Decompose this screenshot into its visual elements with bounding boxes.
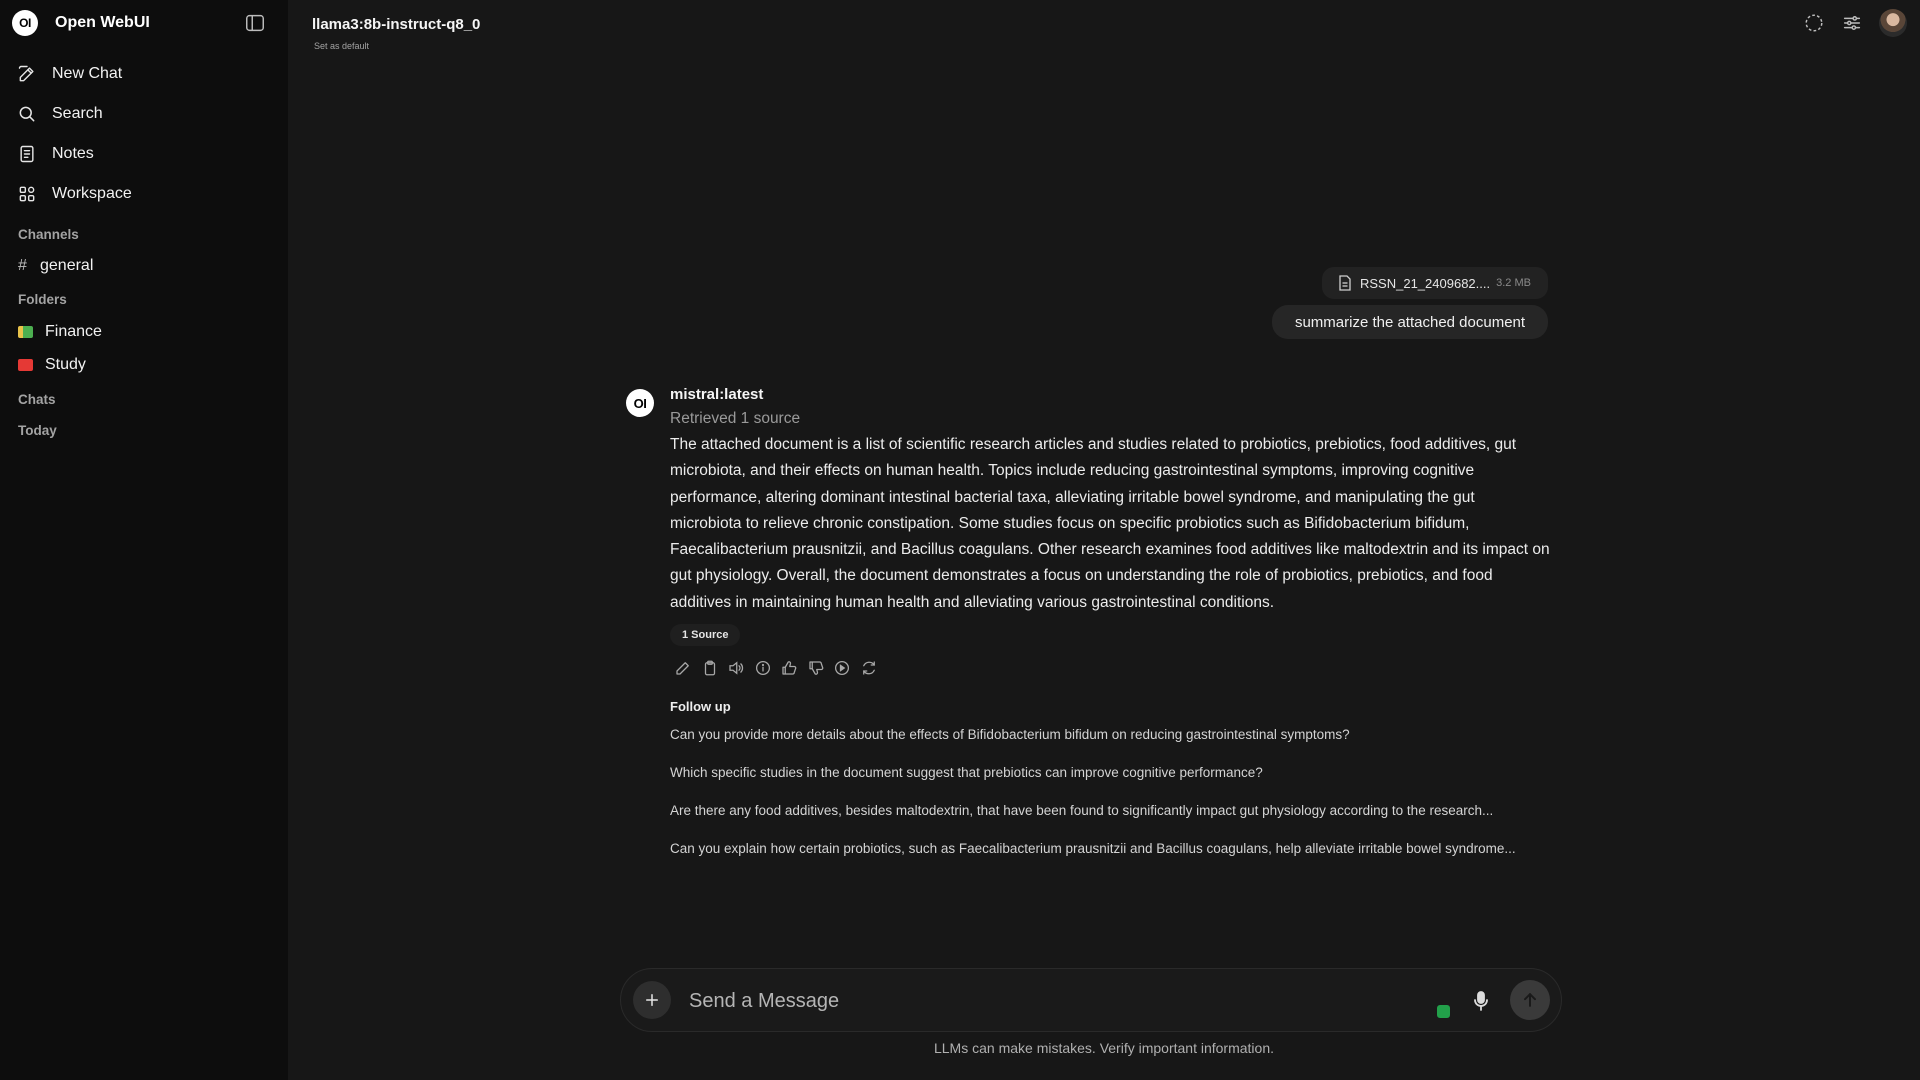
folders-heading: Folders <box>18 292 67 307</box>
thumbs-up-icon[interactable] <box>780 659 798 677</box>
sidebar-nav: New Chat Search Notes Workspace <box>0 54 288 214</box>
attached-file[interactable]: RSSN_21_2409682.... 3.2 MB <box>1322 267 1548 299</box>
document-icon <box>1338 275 1352 291</box>
chats-heading: Chats <box>18 392 56 407</box>
new-chat-button[interactable]: New Chat <box>0 54 288 94</box>
sources-button[interactable]: 1 Source <box>670 624 741 646</box>
sidebar-toggle-icon[interactable] <box>244 12 266 34</box>
follow-up-suggestion[interactable]: Can you explain how certain probiotics, … <box>670 841 1550 856</box>
file-size: 3.2 MB <box>1496 277 1531 289</box>
model-selector[interactable]: llama3:8b-instruct-q8_0 <box>312 16 480 33</box>
notes-button[interactable]: Notes <box>0 134 288 174</box>
notes-label: Notes <box>52 145 94 162</box>
search-button[interactable]: Search <box>0 94 288 134</box>
disclaimer-text: LLMs can make mistakes. Verify important… <box>933 1040 1275 1056</box>
workspace-label: Workspace <box>52 185 132 202</box>
folder-label: Finance <box>45 323 102 340</box>
folder-label: Study <box>45 356 86 373</box>
follow-up-suggestion[interactable]: Which specific studies in the document s… <box>670 765 1550 780</box>
user-avatar[interactable] <box>1879 9 1907 37</box>
folder-finance[interactable]: Finance <box>18 321 102 343</box>
brand[interactable]: OI Open WebUI <box>12 10 150 36</box>
speaker-icon[interactable] <box>727 659 745 677</box>
add-attachment-button[interactable] <box>633 981 671 1019</box>
set-default-link[interactable]: Set as default <box>314 41 369 51</box>
user-message: summarize the attached document <box>1272 305 1548 339</box>
message-actions <box>674 659 886 677</box>
search-label: Search <box>52 105 103 122</box>
arrow-up-icon <box>1520 990 1540 1010</box>
message-composer <box>620 968 1562 1032</box>
edit-icon[interactable] <box>674 659 692 677</box>
copy-icon[interactable] <box>701 659 719 677</box>
assistant-model-name: mistral:latest <box>670 386 764 403</box>
hash-icon: # <box>18 257 27 274</box>
search-icon <box>17 104 37 124</box>
grid-icon <box>17 184 37 204</box>
microphone-icon[interactable] <box>1469 989 1493 1013</box>
channel-label: general <box>40 257 94 274</box>
regenerate-icon[interactable] <box>860 659 878 677</box>
sidebar: OI Open WebUI New Chat Search Notes Work… <box>0 0 288 1080</box>
workspace-button[interactable]: Workspace <box>0 174 288 214</box>
follow-up-suggestion[interactable]: Can you provide more details about the e… <box>670 727 1550 742</box>
assistant-response: The attached document is a list of scien… <box>670 436 1550 611</box>
notes-icon <box>17 144 37 164</box>
channels-heading: Channels <box>18 227 79 242</box>
thumbs-down-icon[interactable] <box>807 659 825 677</box>
today-heading: Today <box>18 423 57 438</box>
assistant-avatar: OI <box>626 389 654 417</box>
send-button[interactable] <box>1510 980 1550 1020</box>
settings-sliders-icon[interactable] <box>1841 12 1863 34</box>
temporary-chat-icon[interactable] <box>1803 12 1825 34</box>
folder-study[interactable]: Study <box>18 354 86 376</box>
message-input[interactable] <box>687 981 1381 1021</box>
file-name: RSSN_21_2409682.... <box>1360 275 1491 291</box>
status-indicator <box>1437 1005 1450 1018</box>
pencil-square-icon <box>17 64 37 84</box>
app-logo: OI <box>12 10 38 36</box>
channel-general[interactable]: # general <box>18 256 93 276</box>
follow-up-suggestion[interactable]: Are there any food additives, besides ma… <box>670 803 1550 818</box>
info-icon[interactable] <box>754 659 772 677</box>
new-chat-label: New Chat <box>52 65 123 82</box>
folder-study-icon <box>18 359 33 371</box>
folder-finance-icon <box>18 326 33 338</box>
app-name: Open WebUI <box>55 14 150 31</box>
retrieved-sources-status[interactable]: Retrieved 1 source <box>670 410 800 428</box>
plus-icon <box>643 991 661 1009</box>
play-circle-icon[interactable] <box>833 659 851 677</box>
follow-up-heading: Follow up <box>670 699 731 714</box>
